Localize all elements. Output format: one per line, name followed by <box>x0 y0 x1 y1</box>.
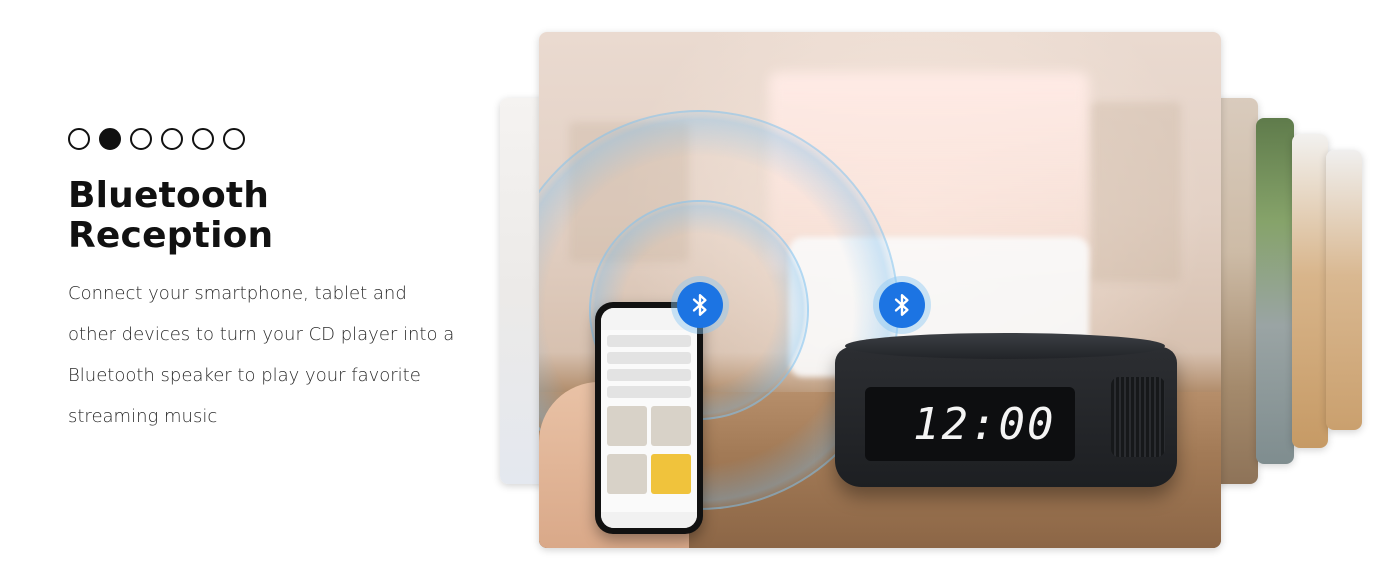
carousel-card-next-4[interactable] <box>1326 150 1362 430</box>
phone-list-row <box>607 352 691 364</box>
carousel-dot-3[interactable] <box>130 128 152 150</box>
feature-text: Bluetooth Reception Connect your smartph… <box>68 128 468 437</box>
phone-list-row <box>607 386 691 398</box>
carousel-card-next-3[interactable] <box>1292 134 1328 448</box>
phone-screen <box>601 308 697 528</box>
speaker-grille <box>1111 377 1165 457</box>
cd-player-clock: 12:00 <box>835 333 1177 487</box>
carousel-dot-6[interactable] <box>223 128 245 150</box>
phone-list-row <box>607 369 691 381</box>
clock-display: 12:00 <box>865 387 1075 461</box>
phone-tab-bar <box>601 512 697 528</box>
smartphone <box>595 302 703 534</box>
bluetooth-icon <box>879 282 925 328</box>
phone-album-art <box>607 406 691 446</box>
carousel-dot-1[interactable] <box>68 128 90 150</box>
image-carousel: 12:00 <box>500 30 1366 552</box>
slide-title: Bluetooth Reception <box>68 175 274 256</box>
carousel-card-next-2[interactable] <box>1256 118 1294 464</box>
carousel-dot-2-active[interactable] <box>99 128 121 150</box>
background-shelf-right <box>1091 102 1181 282</box>
phone-album-art <box>607 454 691 494</box>
cd-player-lid <box>845 333 1165 359</box>
clock-time: 12:00 <box>913 399 1056 450</box>
phone-list-row <box>607 335 691 347</box>
carousel-dot-5[interactable] <box>192 128 214 150</box>
slide-description: Connect your smartphone, tablet and othe… <box>68 283 455 428</box>
carousel-dot-4[interactable] <box>161 128 183 150</box>
bluetooth-icon <box>677 282 723 328</box>
carousel-card-current: 12:00 <box>539 32 1221 548</box>
carousel-dots <box>68 128 468 150</box>
